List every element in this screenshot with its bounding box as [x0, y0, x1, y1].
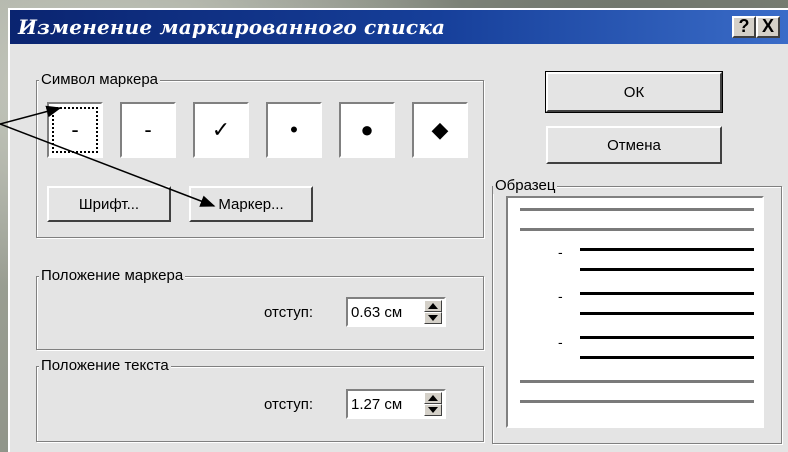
arrow-to-marker-button — [0, 123, 216, 207]
annotation-arrows — [0, 105, 216, 207]
arrow-to-first-bullet — [0, 105, 62, 125]
